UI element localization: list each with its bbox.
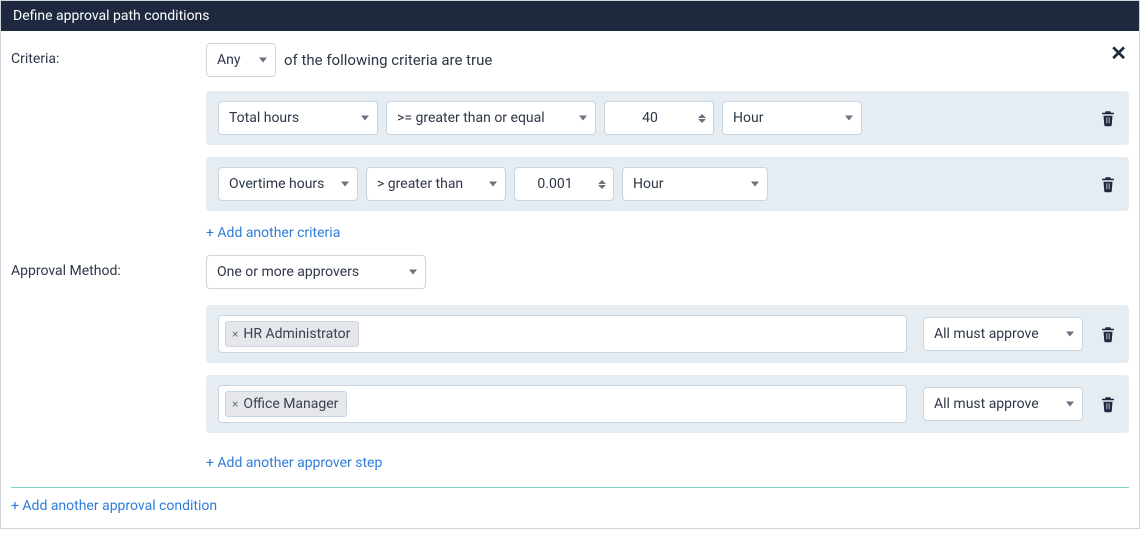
criteria-field-value: Overtime hours: [229, 176, 324, 192]
approver-tag-label: HR Administrator: [243, 326, 350, 342]
add-approver-step-link[interactable]: + Add another approver step: [206, 455, 382, 471]
criteria-value: 0.001: [515, 176, 595, 192]
criteria-operator-value: >= greater than or equal: [397, 110, 545, 126]
chevron-down-icon: [409, 270, 417, 275]
approval-rule-select[interactable]: All must approve: [923, 387, 1083, 421]
chevron-down-icon: [361, 116, 369, 121]
delete-approver-step-button[interactable]: [1099, 324, 1117, 344]
dialog-body: ✕ Criteria: Any of the following criteri…: [1, 31, 1139, 528]
criteria-unit-select[interactable]: Hour: [622, 167, 768, 201]
approver-step-row: × Office Manager All must approve: [206, 375, 1129, 433]
chevron-down-icon: [489, 182, 497, 187]
chevron-down-icon: [845, 116, 853, 121]
remove-tag-icon[interactable]: ×: [232, 328, 238, 340]
criteria-condition-row: Total hours >= greater than or equal 40: [206, 91, 1129, 145]
chevron-down-icon: [579, 116, 587, 121]
approval-method-value: One or more approvers: [217, 264, 359, 280]
criteria-row: Criteria: Any of the following criteria …: [11, 43, 1129, 247]
approval-method-select[interactable]: One or more approvers: [206, 255, 426, 289]
trash-icon: [1099, 174, 1117, 194]
approval-rule-select[interactable]: All must approve: [923, 317, 1083, 351]
spinner-up-icon[interactable]: [698, 114, 706, 118]
criteria-operator-value: > greater than: [377, 176, 463, 192]
approver-tag-input[interactable]: × Office Manager: [218, 385, 907, 423]
spinner-down-icon[interactable]: [598, 185, 606, 189]
criteria-mode-select[interactable]: Any: [206, 43, 276, 77]
criteria-value: 40: [605, 110, 695, 126]
criteria-condition-row: Overtime hours > greater than 0.001: [206, 157, 1129, 211]
approver-tag-input[interactable]: × HR Administrator: [218, 315, 907, 353]
remove-tag-icon[interactable]: ×: [232, 398, 238, 410]
trash-icon: [1099, 394, 1117, 414]
delete-criteria-button[interactable]: [1099, 174, 1117, 194]
approval-row: Approval Method: One or more approvers ×…: [11, 255, 1129, 477]
dialog: Define approval path conditions ✕ Criter…: [0, 0, 1140, 529]
add-approval-condition-link[interactable]: + Add another approval condition: [11, 496, 217, 520]
delete-approver-step-button[interactable]: [1099, 394, 1117, 414]
criteria-unit-value: Hour: [733, 110, 763, 126]
criteria-unit-value: Hour: [633, 176, 663, 192]
criteria-unit-select[interactable]: Hour: [722, 101, 862, 135]
criteria-mode-value: Any: [217, 52, 241, 68]
criteria-value-input[interactable]: 0.001: [514, 167, 614, 201]
criteria-label: Criteria:: [11, 43, 206, 67]
criteria-suffix-text: of the following criteria are true: [284, 51, 492, 69]
approver-tag: × Office Manager: [225, 391, 347, 417]
criteria-field-select[interactable]: Total hours: [218, 101, 378, 135]
dialog-title: Define approval path conditions: [13, 8, 210, 24]
section-divider: [11, 487, 1129, 488]
chevron-down-icon: [751, 182, 759, 187]
criteria-value-input[interactable]: 40: [604, 101, 714, 135]
spinner-down-icon[interactable]: [698, 119, 706, 123]
trash-icon: [1099, 324, 1117, 344]
criteria-field-value: Total hours: [229, 110, 299, 126]
chevron-down-icon: [341, 182, 349, 187]
number-spinner[interactable]: [595, 180, 613, 189]
criteria-operator-select[interactable]: > greater than: [366, 167, 506, 201]
trash-icon: [1099, 108, 1117, 128]
approval-rule-value: All must approve: [934, 326, 1039, 342]
delete-criteria-button[interactable]: [1099, 108, 1117, 128]
chevron-down-icon: [1066, 332, 1074, 337]
chevron-down-icon: [1066, 402, 1074, 407]
criteria-operator-select[interactable]: >= greater than or equal: [386, 101, 596, 135]
approver-step-row: × HR Administrator All must approve: [206, 305, 1129, 363]
close-icon[interactable]: ✕: [1110, 43, 1127, 63]
spinner-up-icon[interactable]: [598, 180, 606, 184]
approval-label: Approval Method:: [11, 255, 206, 279]
chevron-down-icon: [259, 58, 267, 63]
dialog-header: Define approval path conditions: [1, 1, 1139, 31]
approval-rule-value: All must approve: [934, 396, 1039, 412]
add-criteria-link[interactable]: + Add another criteria: [206, 225, 340, 241]
approver-tag: × HR Administrator: [225, 321, 359, 347]
criteria-field-select[interactable]: Overtime hours: [218, 167, 358, 201]
approver-tag-label: Office Manager: [243, 396, 338, 412]
number-spinner[interactable]: [695, 114, 713, 123]
